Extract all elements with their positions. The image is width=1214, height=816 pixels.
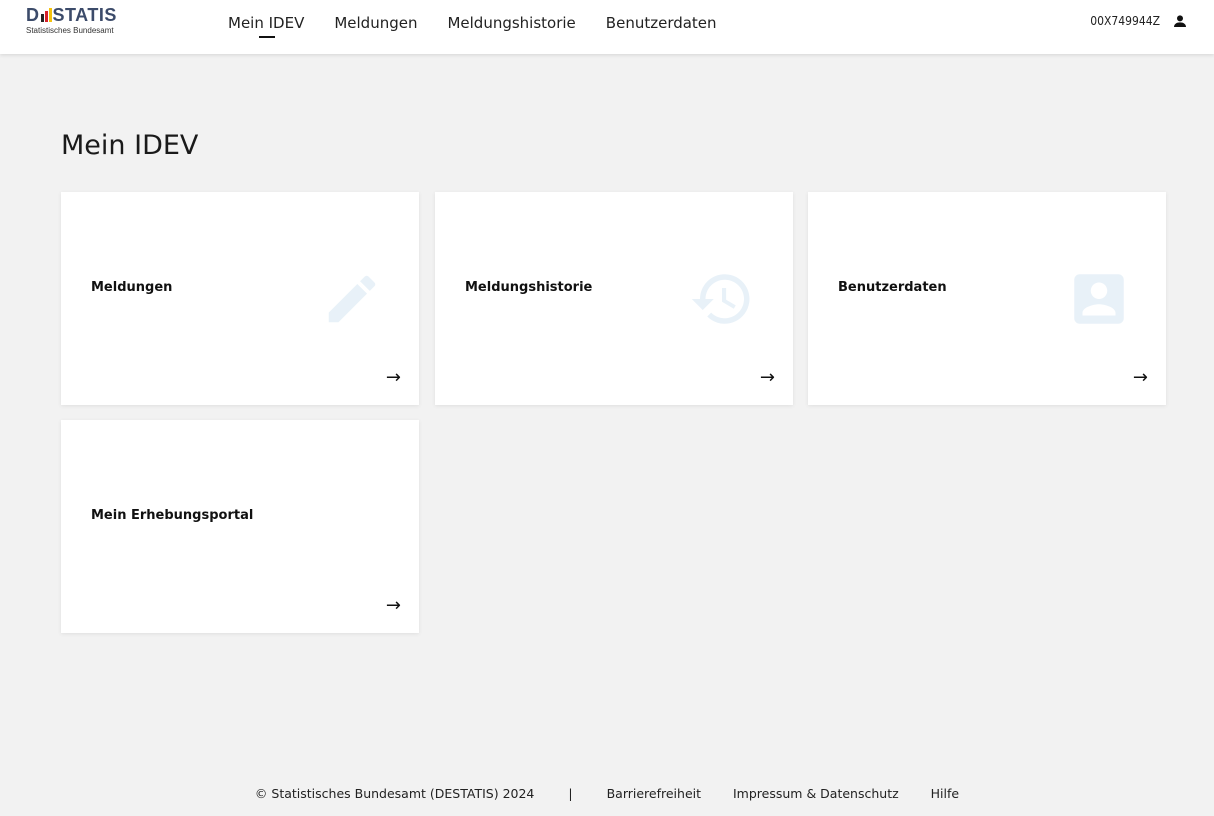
card-title: Mein Erhebungsportal	[91, 508, 254, 523]
footer: © Statistisches Bundesamt (DESTATIS) 202…	[0, 786, 1214, 801]
copyright-text: © Statistisches Bundesamt (DESTATIS) 202…	[254, 786, 535, 801]
footer-separator: |	[568, 786, 573, 801]
card-meldungen[interactable]: Meldungen →	[61, 192, 419, 405]
card-mein-erhebungsportal[interactable]: Mein Erhebungsportal →	[61, 420, 419, 633]
top-bar: D STATIS Statistisches Bundesamt Mein ID…	[0, 0, 1214, 54]
card-meldungshistorie[interactable]: Meldungshistorie →	[435, 192, 793, 405]
arrow-right-icon: →	[1132, 367, 1148, 388]
card-benutzerdaten[interactable]: Benutzerdaten →	[808, 192, 1166, 405]
logo-subtitle: Statistisches Bundesamt	[26, 26, 114, 35]
person-icon[interactable]	[1172, 13, 1188, 29]
card-title: Meldungshistorie	[465, 280, 593, 295]
link-barrierefreiheit[interactable]: Barrierefreiheit	[607, 786, 701, 801]
arrow-right-icon: →	[759, 367, 775, 388]
nav-meldungshistorie[interactable]: Meldungshistorie	[447, 0, 575, 46]
nav-meldungen[interactable]: Meldungen	[334, 0, 417, 46]
flag-bars-icon	[40, 8, 52, 22]
nav-benutzerdaten[interactable]: Benutzerdaten	[606, 0, 717, 46]
user-menu[interactable]: 00X749944Z	[1090, 13, 1188, 29]
account-box-icon	[1066, 266, 1132, 336]
history-icon	[687, 266, 757, 336]
page-title: Mein IDEV	[61, 130, 199, 161]
main-nav: Mein IDEV Meldungen Meldungshistorie Ben…	[228, 0, 747, 54]
link-hilfe[interactable]: Hilfe	[931, 786, 959, 801]
pencil-icon	[321, 268, 383, 334]
card-title: Benutzerdaten	[838, 280, 947, 295]
logo-wordmark: D STATIS	[26, 5, 117, 25]
card-title: Meldungen	[91, 280, 173, 295]
nav-mein-idev[interactable]: Mein IDEV	[228, 0, 304, 46]
destatis-logo[interactable]: D STATIS Statistisches Bundesamt	[26, 6, 146, 40]
link-impressum-datenschutz[interactable]: Impressum & Datenschutz	[733, 786, 899, 801]
user-id: 00X749944Z	[1090, 14, 1160, 28]
arrow-right-icon: →	[385, 595, 401, 616]
arrow-right-icon: →	[385, 367, 401, 388]
